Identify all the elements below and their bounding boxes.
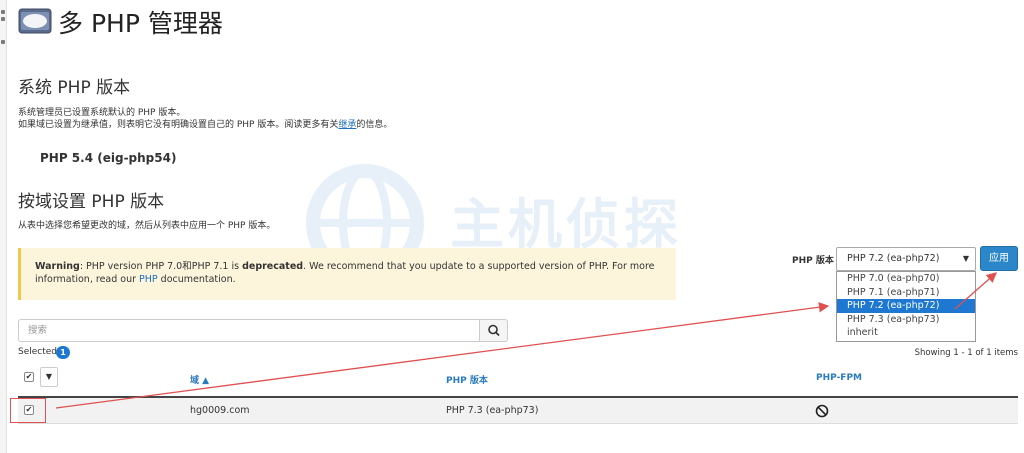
system-desc-1: 系统管理员已设置系统默认的 PHP 版本。 [18, 108, 186, 118]
disabled-icon [815, 403, 829, 422]
warning-label: Warning [35, 261, 80, 272]
system-php-version: PHP 5.4 (eig-php54) [40, 151, 177, 165]
selected-count-badge: 1 [56, 346, 70, 359]
grip-icon [1, 10, 5, 14]
page-title: 多 PHP 管理器 [58, 9, 223, 38]
domain-php-title: 按域设置 PHP 版本 [18, 192, 165, 212]
search-button[interactable] [480, 319, 508, 342]
search-input[interactable]: 搜索 [18, 319, 480, 342]
row-php-version: PHP 7.3 (ea-php73) [446, 405, 539, 416]
inherit-link[interactable]: 继承 [338, 120, 356, 130]
system-desc-2: 如果域已设置为继承值，则表明它没有明确设置自己的 PHP 版本。阅读更多有关继承… [18, 119, 392, 131]
column-header-domain[interactable]: 域 ▲ [190, 373, 209, 386]
domain-desc: 从表中选择您希望更改的域，然后从列表中应用一个 PHP 版本。 [18, 221, 276, 231]
php-logo-icon [18, 8, 52, 34]
dropdown-option[interactable]: inherit [837, 326, 975, 340]
php-version-label: PHP 版本 [792, 256, 834, 266]
select-all-checkbox[interactable]: ✔ [24, 372, 34, 382]
grip-icon [1, 40, 5, 44]
warning-text: : PHP version PHP 7.0和PHP 7.1 is [79, 261, 243, 272]
system-desc-2-text: 如果域已设置为继承值，则表明它没有明确设置自己的 PHP 版本。阅读更多有关 [18, 120, 339, 130]
annotation-highlight-box [10, 398, 46, 423]
table-header [18, 364, 1018, 398]
column-header-php-version[interactable]: PHP 版本 [446, 373, 488, 386]
php-version-selected: PHP 7.2 (ea-php72) [847, 253, 940, 264]
php-version-dropdown: PHP 7.0 (ea-php70) PHP 7.1 (ea-php71) PH… [836, 271, 976, 342]
dropdown-option[interactable]: PHP 7.0 (ea-php70) [837, 272, 975, 286]
php-version-select[interactable]: PHP 7.2 (ea-php72) ▼ [836, 247, 976, 271]
php-doc-link[interactable]: PHP [139, 274, 158, 285]
warning-bold: deprecated [242, 261, 304, 272]
caret-down-icon: ▼ [962, 254, 969, 263]
dropdown-option-selected[interactable]: PHP 7.2 (ea-php72) [837, 299, 975, 313]
row-domain: hg0009.com [190, 405, 250, 416]
selected-label: Selected [18, 347, 58, 357]
search-icon [488, 324, 500, 337]
select-menu-button[interactable]: ▼ [40, 367, 58, 387]
caret-down-icon: ▼ [45, 372, 53, 381]
warning-text-3: documentation. [157, 274, 236, 285]
system-desc-2-end: 的信息。 [356, 120, 393, 130]
dropdown-option[interactable]: PHP 7.1 (ea-php71) [837, 286, 975, 300]
left-gutter [0, 0, 7, 453]
deprecation-warning: Warning: PHP version PHP 7.0和PHP 7.1 is … [18, 248, 676, 300]
system-php-title: 系统 PHP 版本 [18, 78, 131, 98]
grip-icon [1, 17, 5, 21]
showing-count: Showing 1 - 1 of 1 items [914, 348, 1018, 358]
dropdown-option[interactable]: PHP 7.3 (ea-php73) [837, 313, 975, 327]
column-header-php-fpm[interactable]: PHP-FPM [816, 373, 862, 383]
apply-button[interactable]: 应用 [980, 246, 1018, 271]
